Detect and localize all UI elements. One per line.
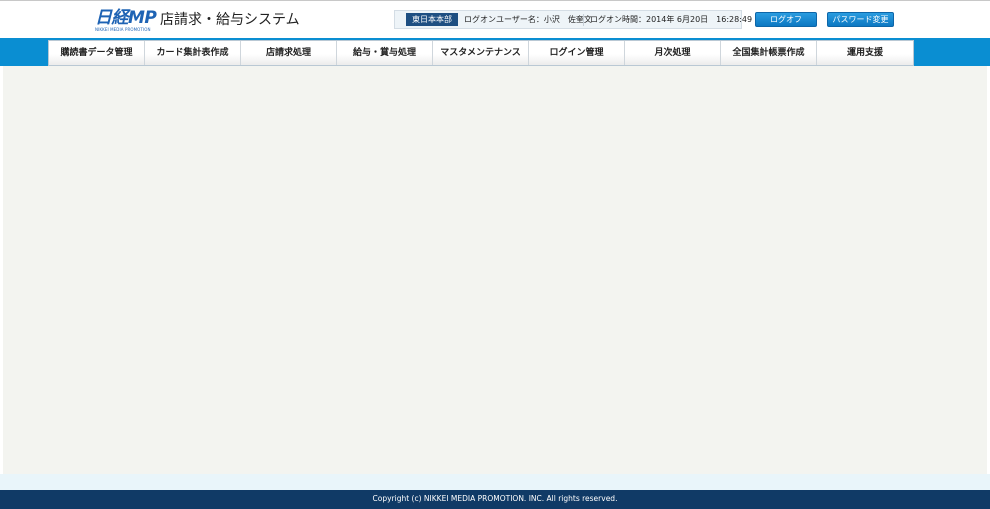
logo-sub-text: NIKKEI MEDIA PROMOTION	[95, 27, 151, 32]
app-header: 日経MP NIKKEI MEDIA PROMOTION 店請求・給与システム 東…	[0, 1, 990, 38]
system-title: 店請求・給与システム	[160, 12, 300, 28]
main-content-area	[3, 66, 987, 474]
nav-item-login-management[interactable]: ログイン管理	[529, 41, 625, 65]
nav-item-subscription-data[interactable]: 購読書データ管理	[49, 41, 145, 65]
logo-main-text: 日経MP	[95, 8, 157, 28]
nav-item-salary-bonus[interactable]: 給与・賞与処理	[337, 41, 433, 65]
login-info-bar: 東日本本部 ログオンユーザー名：小沢 佐奎文 ログオン時間：2014年 6月20…	[394, 10, 752, 29]
login-time: ログオン時間：2014年 6月20日 16:28:49	[590, 15, 753, 24]
branch-badge: 東日本本部	[406, 13, 458, 26]
nav-item-card-summary[interactable]: カード集計表作成	[145, 41, 241, 65]
login-user: ログオンユーザー名：小沢 佐奎文	[464, 15, 592, 24]
nav-item-national-report[interactable]: 全国集計帳票作成	[721, 41, 817, 65]
nikkei-mp-logo: 日経MP NIKKEI MEDIA PROMOTION	[95, 8, 157, 33]
footer: Copyright (c) NIKKEI MEDIA PROMOTION. IN…	[0, 490, 990, 509]
nav-item-monthly-processing[interactable]: 月次処理	[625, 41, 721, 65]
password-change-button[interactable]: パスワード変更	[827, 12, 894, 27]
nav-item-store-billing[interactable]: 店請求処理	[241, 41, 337, 65]
logoff-button[interactable]: ログオフ	[755, 12, 817, 27]
info-divider	[583, 14, 584, 26]
nav-item-operation-support[interactable]: 運用支援	[817, 41, 913, 65]
content-bottom-gap	[0, 474, 990, 490]
main-nav: 購読書データ管理 カード集計表作成 店請求処理 給与・賞与処理 マスタメンテナン…	[48, 40, 914, 66]
copyright-text: Copyright (c) NIKKEI MEDIA PROMOTION. IN…	[372, 494, 618, 503]
nav-item-master-maintenance[interactable]: マスタメンテナンス	[433, 41, 529, 65]
